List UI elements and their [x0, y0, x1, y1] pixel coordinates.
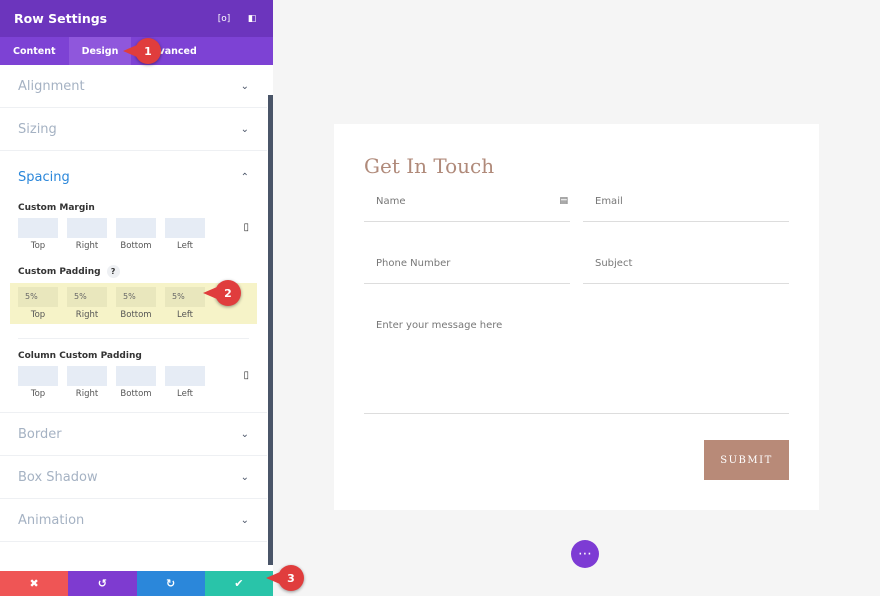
section-spacing[interactable]: Spacing ⌃ [0, 151, 267, 203]
caption: Bottom [120, 389, 152, 399]
section-label: Sizing [18, 121, 57, 137]
caption: Right [75, 389, 99, 399]
callout-badge-1: 1 [123, 38, 161, 64]
chevron-up-icon: ⌃ [240, 171, 249, 183]
custom-padding-label: Custom Padding [18, 266, 101, 277]
custom-margin-group: Custom Margin Top Right Bottom Left ▯ [0, 203, 267, 251]
subject-field[interactable]: Subject [583, 254, 789, 284]
chevron-down-icon: ⌄ [240, 428, 249, 440]
tab-content[interactable]: Content [0, 37, 69, 65]
margin-top-input[interactable] [18, 218, 58, 238]
section-alignment[interactable]: Alignment ⌄ [0, 65, 267, 108]
caption: Top [30, 241, 46, 251]
save-button[interactable]: ✔ [204, 571, 273, 596]
message-textarea[interactable]: Enter your message here [364, 314, 789, 414]
margin-left-input[interactable] [165, 218, 205, 238]
section-animation[interactable]: Animation ⌄ [0, 499, 267, 542]
form-title: Get In Touch [364, 154, 495, 178]
help-icon[interactable]: ? [106, 265, 120, 278]
col-padding-top-input[interactable] [18, 366, 58, 386]
caption: Top [30, 389, 46, 399]
cancel-button[interactable]: ✖ [0, 571, 69, 596]
name-placeholder: Name [376, 196, 406, 207]
caption: Left [177, 310, 193, 320]
section-label: Spacing [18, 169, 70, 185]
divider [18, 338, 249, 339]
fullscreen-icon[interactable]: [o] [217, 12, 231, 26]
section-box-shadow[interactable]: Box Shadow ⌄ [0, 456, 267, 499]
section-label: Border [18, 426, 62, 442]
margin-bottom-input[interactable] [116, 218, 156, 238]
column-padding-group: Column Custom Padding Top Right Bottom L… [0, 351, 267, 399]
caption: Left [177, 389, 193, 399]
submit-button[interactable]: SUBMIT [704, 440, 789, 480]
chevron-down-icon: ⌄ [240, 123, 249, 135]
section-label: Animation [18, 512, 85, 528]
column-padding-label: Column Custom Padding [18, 351, 142, 361]
padding-bottom-input[interactable]: 5% [116, 287, 156, 307]
section-border[interactable]: Border ⌄ [0, 413, 267, 456]
chevron-down-icon: ⌄ [240, 80, 249, 92]
caption: Bottom [120, 241, 152, 251]
margin-right-input[interactable] [67, 218, 107, 238]
padding-left-input[interactable]: 5% [165, 287, 205, 307]
email-field[interactable]: Email [583, 192, 789, 222]
chevron-down-icon: ⌄ [240, 514, 249, 526]
responsive-phone-icon[interactable]: ▯ [243, 370, 249, 381]
name-field[interactable]: Name ▤ [364, 192, 570, 222]
col-padding-right-input[interactable] [67, 366, 107, 386]
callout-badge-3: 3 [266, 565, 304, 591]
panel-title: Row Settings [14, 11, 108, 26]
undo-button[interactable]: ↺ [68, 571, 137, 596]
sidebar-toggle-icon[interactable]: ◧ [245, 12, 259, 26]
section-label: Box Shadow [18, 469, 98, 485]
padding-right-input[interactable]: 5% [67, 287, 107, 307]
padding-top-input[interactable]: 5% [18, 287, 58, 307]
caption: Left [177, 241, 193, 251]
caption: Top [30, 310, 46, 320]
custom-padding-label-row: Custom Padding? [18, 265, 249, 278]
section-label: Alignment [18, 78, 85, 94]
chevron-down-icon: ⌄ [240, 471, 249, 483]
tab-design[interactable]: Design [68, 37, 132, 65]
panel-footer: ✖ ↺ ↻ ✔ [0, 571, 273, 596]
responsive-phone-icon[interactable]: ▯ [243, 222, 249, 233]
caption: Right [75, 310, 99, 320]
contact-card-icon: ▤ [559, 196, 568, 206]
callout-badge-2: 2 [203, 280, 241, 306]
custom-margin-label: Custom Margin [18, 203, 95, 213]
caption: Right [75, 241, 99, 251]
contact-form-card: Get In Touch Name ▤ Email Phone Number Su… [334, 124, 819, 510]
more-options-button[interactable]: ⋯ [571, 540, 599, 568]
scrollbar[interactable] [268, 95, 273, 565]
phone-field[interactable]: Phone Number [364, 254, 570, 284]
section-sizing[interactable]: Sizing ⌄ [0, 108, 267, 151]
panel-header: Row Settings [o] ◧ [0, 0, 273, 37]
redo-button[interactable]: ↻ [136, 571, 205, 596]
caption: Bottom [120, 310, 152, 320]
divider [0, 399, 267, 413]
col-padding-bottom-input[interactable] [116, 366, 156, 386]
col-padding-left-input[interactable] [165, 366, 205, 386]
